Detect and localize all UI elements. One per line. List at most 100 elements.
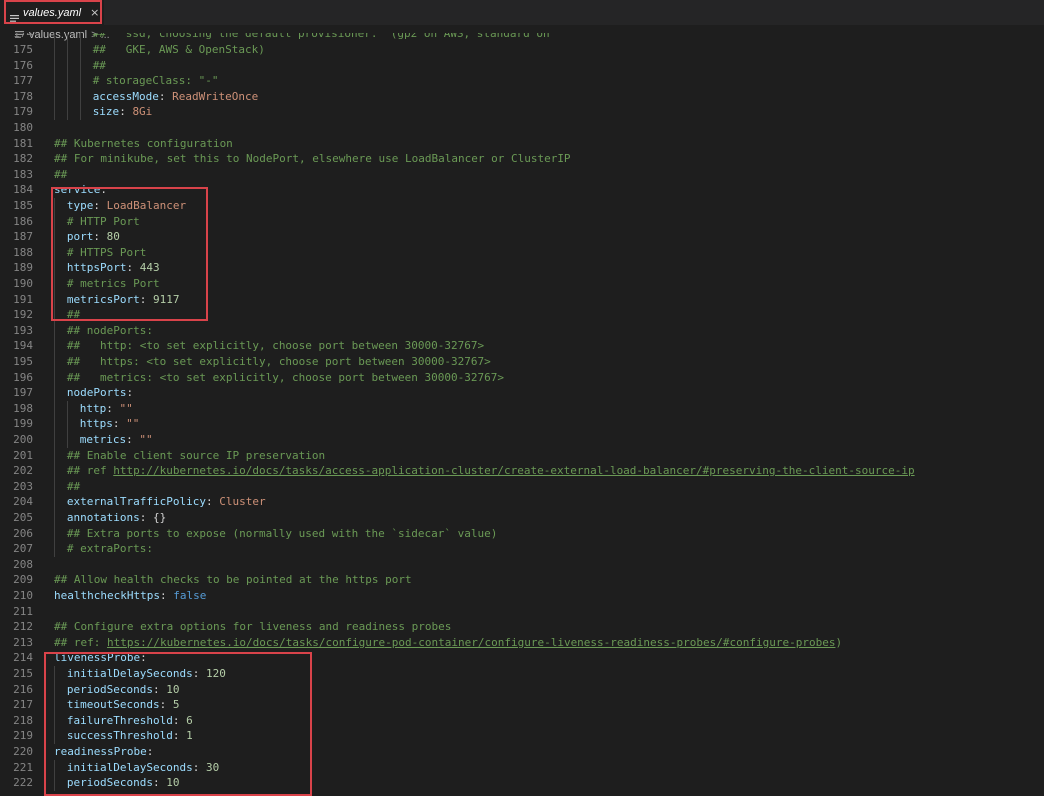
line-content: size: 8Gi [93,104,153,120]
indent-guide [79,88,81,105]
code-token: # HTTP Port [66,214,140,228]
doc-link[interactable]: https://kubernetes.io/docs/tasks/configu… [107,636,835,649]
code-line[interactable]: 176 ## [0,57,1044,74]
doc-link[interactable]: http://kubernetes.io/docs/tasks/access-a… [113,464,914,477]
code-line[interactable]: 214 livenessProbe: [0,650,1044,666]
indent-guide [66,416,68,432]
code-line[interactable]: 182 ## For minikube, set this to NodePort… [0,151,1044,167]
line-number: 186 [13,214,33,228]
code-line[interactable]: 174 ## ssd, choosing the default provisio… [0,33,1044,42]
code-line[interactable]: 196 ## metrics: <to set explicitly, choos… [0,369,1044,386]
code-line[interactable]: 177 # storageClass: "-" [0,73,1044,89]
line-content: ## https: <to set explicitly, choose por… [67,354,491,370]
code-line[interactable]: 193 ## nodePorts: [0,322,1044,339]
code-line[interactable]: 191 metricsPort: 9117 [0,291,1044,308]
code-line[interactable]: 222 periodSeconds: 10 [0,775,1044,791]
code-line[interactable]: 189 httpsPort: 443 [0,260,1044,276]
code-line[interactable]: 201 ## Enable client source IP preservati… [0,447,1044,464]
code-token: 30 [205,760,220,774]
indent-guide [54,229,55,245]
indent-guide [79,73,81,89]
indent-guide [54,385,55,401]
line-number: 213 [13,635,33,649]
code-line[interactable]: 221 initialDelaySeconds: 30 [0,759,1044,776]
code-line[interactable]: 178 accessMode: ReadWriteOnce [0,88,1044,105]
line-content: metrics: "" [80,432,153,448]
line-content: timeoutSeconds: 5 [67,697,180,713]
indent-guide [54,775,55,791]
code-token: : [192,667,206,680]
code-line[interactable]: 185 type: LoadBalancer [0,198,1044,214]
code-line[interactable]: 209 ## Allow health checks to be pointed … [0,572,1044,588]
code-line[interactable]: 205 annotations: {} [0,510,1044,526]
line-number: 214 [13,651,33,665]
line-number: 211 [13,604,33,618]
code-line[interactable]: 219 successThreshold: 1 [0,728,1044,744]
code-line[interactable]: 190 # metrics Port [0,276,1044,292]
line-content: initialDelaySeconds: 30 [67,760,219,776]
code-line[interactable]: 212 ## Configure extra options for livene… [0,619,1044,635]
line-number: 216 [13,682,33,696]
code-line[interactable]: 175 ## GKE, AWS & OpenStack) [0,42,1044,58]
code-line[interactable]: 184 service: [0,182,1044,198]
line-number: 177 [13,74,33,88]
code-line[interactable]: 179 size: 8Gi [0,104,1044,120]
code-line[interactable]: 202 ## ref http://kubernetes.io/docs/task… [0,463,1044,479]
code-line[interactable]: 187 port: 80 [0,229,1044,245]
code-line[interactable]: 215 initialDelaySeconds: 120 [0,666,1044,682]
line-number: 203 [13,479,33,493]
line-number: 193 [13,323,33,337]
line-content: nodePorts: [67,385,133,401]
code-line[interactable]: 183 ## [0,167,1044,183]
code-line[interactable]: 204 externalTrafficPolicy: Cluster [0,494,1044,510]
line-content: ## [67,307,80,323]
tab-values-yaml[interactable]: values.yaml × [0,0,104,25]
code-line[interactable]: 217 timeoutSeconds: 5 [0,697,1044,713]
code-line[interactable]: 180 [0,120,1044,136]
code-token: : [93,199,107,212]
line-number: 207 [13,542,33,556]
code-line[interactable]: 203 ## [0,478,1044,495]
indent-guide [54,338,55,354]
code-line[interactable]: 186 # HTTP Port [0,213,1044,230]
code-line[interactable]: 181 ## Kubernetes configuration [0,136,1044,152]
code-line[interactable]: 218 failureThreshold: 6 [0,712,1044,729]
code-editor[interactable]: 222 periodSeconds: 10 221 initialDelaySecon… [0,33,1044,796]
code-line[interactable]: 188 # HTTPS Port [0,244,1044,261]
indent-guide [66,57,68,74]
line-content: ## GKE, AWS & OpenStack) [93,42,265,58]
code-line[interactable]: 210 healthcheckHttps: false [0,588,1044,604]
indent-guide [54,432,55,448]
code-token: http [79,401,107,415]
indent-guide [66,88,68,105]
code-line[interactable]: 195 ## https: <to set explicitly, choose … [0,354,1044,370]
code-line[interactable]: 207 # extraPorts: [0,541,1044,557]
code-line[interactable]: 200 metrics: "" [0,432,1044,448]
code-token: ) [835,635,843,649]
code-line[interactable]: 192 ## [0,307,1044,323]
code-line[interactable]: 206 ## Extra ports to expose (normally us… [0,525,1044,542]
line-content: ## nodePorts: [67,323,153,339]
code-line[interactable]: 208 [0,557,1044,573]
code-token: "" [119,401,133,415]
code-line[interactable]: 197 nodePorts: [0,385,1044,401]
indent-guide [66,432,68,448]
code-line[interactable]: 216 periodSeconds: 10 [0,681,1044,698]
code-token: ## metrics: <to set explicitly, choose p… [66,370,504,384]
line-content: ## [93,58,106,74]
indent-guide [54,681,55,698]
code-token: ## [92,58,106,72]
code-line[interactable]: 213 ## ref: https://kubernetes.io/docs/ta… [0,635,1044,651]
close-icon[interactable]: × [90,6,99,19]
line-number: 183 [13,167,33,181]
code-token: : {} [139,511,167,524]
code-line[interactable]: 198 http: "" [0,400,1044,417]
code-line[interactable]: 220 readinessProbe: [0,744,1044,760]
code-line[interactable]: 211 [0,604,1044,620]
indent-guide [54,494,55,510]
line-content: ## [54,167,67,183]
code-line[interactable]: 199 https: "" [0,416,1044,432]
code-line[interactable]: 194 ## http: <to set explicitly, choose p… [0,338,1044,354]
code-token: ## Configure extra options for liveness … [54,620,452,634]
line-number: 179 [13,105,33,119]
